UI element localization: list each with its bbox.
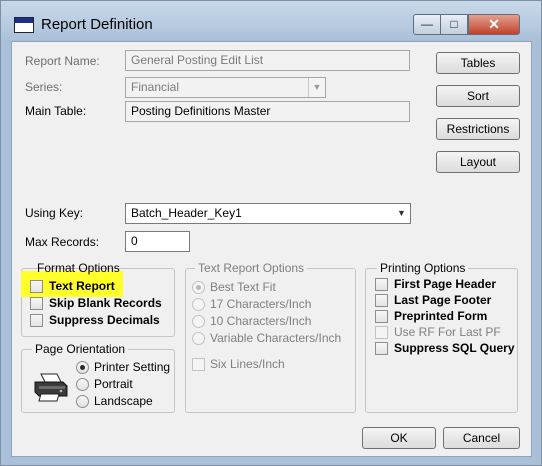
report-name-field: General Posting Edit List [125, 50, 410, 71]
page-orientation-title: Page Orientation [32, 342, 129, 356]
printer-setting-label: Printer Setting [94, 360, 171, 374]
dialog-body: Report Name: General Posting Edit List S… [11, 41, 532, 457]
best-text-fit-radio[interactable] [192, 281, 205, 294]
preprinted-form-label: Preprinted Form [394, 309, 488, 323]
format-options-title: Format Options [37, 261, 120, 275]
restrictions-button[interactable]: Restrictions [436, 118, 520, 140]
ok-button[interactable]: OK [362, 427, 436, 449]
max-records-input[interactable]: 0 [125, 231, 190, 252]
skip-blank-records-label: Skip Blank Records [49, 296, 162, 310]
printer-icon [34, 373, 68, 402]
chars-17-radio[interactable] [192, 298, 205, 311]
window-title: Report Definition [41, 16, 153, 33]
printing-options-title: Printing Options [377, 261, 469, 275]
series-dropdown: Financial ▼ [125, 77, 326, 98]
text-report-options-title: Text Report Options [195, 261, 308, 275]
title-bar[interactable]: Report Definition — □ ✕ [1, 1, 541, 41]
chars-10-label: 10 Characters/Inch [210, 314, 312, 328]
portrait-radio[interactable] [76, 378, 89, 391]
close-button[interactable]: ✕ [468, 14, 520, 35]
chars-10-radio[interactable] [192, 315, 205, 328]
suppress-sql-query-checkbox[interactable] [375, 342, 388, 355]
first-page-header-label: First Page Header [394, 277, 497, 291]
preprinted-form-checkbox[interactable] [375, 310, 388, 323]
max-records-label: Max Records: [25, 235, 100, 249]
using-key-label: Using Key: [25, 206, 84, 220]
report-definition-window: Report Definition — □ ✕ Report Name: Gen… [0, 0, 542, 466]
minimize-button[interactable]: — [413, 14, 441, 35]
layout-button[interactable]: Layout [436, 151, 520, 173]
sort-button[interactable]: Sort [436, 85, 520, 107]
variable-chars-radio[interactable] [192, 332, 205, 345]
cancel-button[interactable]: Cancel [443, 427, 520, 449]
window-app-icon [14, 17, 34, 33]
portrait-label: Portrait [94, 377, 133, 391]
landscape-label: Landscape [94, 394, 153, 408]
using-key-value: Batch_Header_Key1 [131, 206, 242, 220]
tables-button[interactable]: Tables [436, 52, 520, 74]
skip-blank-records-checkbox[interactable] [30, 297, 43, 310]
chevron-down-icon: ▼ [308, 78, 325, 97]
text-report-label: Text Report [49, 279, 115, 293]
suppress-decimals-checkbox[interactable] [30, 314, 43, 327]
series-label: Series: [25, 80, 63, 94]
landscape-radio[interactable] [76, 395, 89, 408]
text-report-checkbox[interactable] [30, 280, 43, 293]
chars-17-label: 17 Characters/Inch [210, 297, 312, 311]
suppress-sql-query-label: Suppress SQL Query [394, 341, 515, 355]
last-page-footer-label: Last Page Footer [394, 293, 492, 307]
variable-chars-label: Variable Characters/Inch [210, 331, 342, 345]
six-lines-label: Six Lines/Inch [210, 357, 285, 371]
best-text-fit-label: Best Text Fit [210, 280, 276, 294]
use-rf-for-last-pf-label: Use RF For Last PF [394, 325, 501, 339]
main-table-field: Posting Definitions Master [125, 101, 410, 122]
first-page-header-checkbox[interactable] [375, 278, 388, 291]
suppress-decimals-label: Suppress Decimals [49, 313, 160, 327]
maximize-button[interactable]: □ [441, 14, 468, 35]
six-lines-checkbox[interactable] [192, 358, 205, 371]
use-rf-for-last-pf-checkbox[interactable] [375, 326, 388, 339]
using-key-dropdown[interactable]: Batch_Header_Key1 ▼ [125, 203, 411, 224]
main-table-label: Main Table: [25, 104, 87, 118]
report-name-label: Report Name: [25, 54, 100, 68]
chevron-down-icon[interactable]: ▼ [393, 204, 410, 223]
last-page-footer-checkbox[interactable] [375, 294, 388, 307]
printer-setting-radio[interactable] [76, 361, 89, 374]
series-value: Financial [131, 80, 180, 94]
